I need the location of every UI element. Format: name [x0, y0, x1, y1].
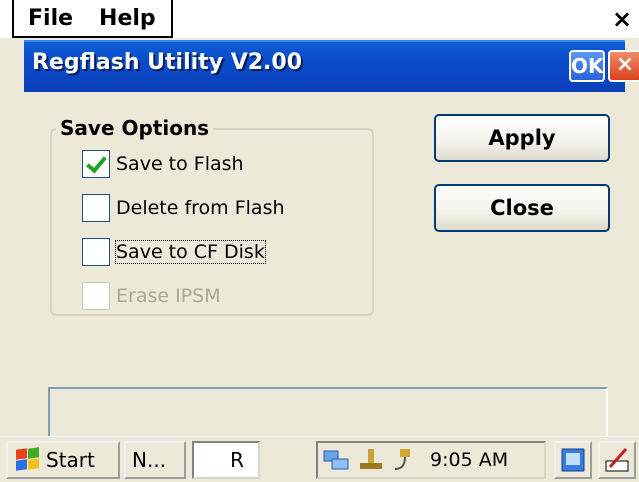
dialog-close-button[interactable]: × [608, 50, 639, 82]
app-close-button[interactable]: × [609, 6, 635, 32]
close-button[interactable]: Close [434, 184, 610, 232]
task-button-2[interactable]: R [192, 441, 260, 479]
power-icon[interactable] [390, 447, 420, 473]
dialog-title: Regflash Utility V2.00 [32, 50, 303, 75]
usb-icon[interactable] [356, 447, 386, 473]
save-to-flash-checkbox[interactable] [82, 150, 110, 178]
check-icon [86, 151, 107, 174]
option-label: Save to Flash [116, 153, 244, 175]
pen-input-icon [605, 448, 629, 472]
apply-button[interactable]: Apply [434, 114, 610, 162]
menu-file[interactable]: File [28, 6, 73, 31]
menu-help[interactable]: Help [99, 6, 156, 31]
option-delete-from-flash[interactable]: Delete from Flash [82, 192, 285, 224]
option-label: Save to CF Disk [115, 240, 266, 264]
task-button-1[interactable]: N... [124, 441, 186, 479]
ok-button[interactable]: OK [569, 50, 605, 82]
task-label: N... [132, 448, 167, 472]
group-title: Save Options [56, 116, 214, 140]
desktop-button[interactable] [554, 441, 592, 479]
option-label: Erase IPSM [116, 285, 221, 307]
save-to-cf-disk-checkbox[interactable] [82, 238, 110, 266]
option-erase-ipsm: Erase IPSM [82, 280, 221, 312]
desktop-icon [561, 448, 585, 472]
start-label: Start [46, 448, 95, 472]
option-save-to-cf-disk[interactable]: Save to CF Disk [82, 236, 266, 268]
network-icon[interactable] [322, 447, 352, 473]
save-options-group: Save Options Save to Flash Delete from F… [50, 116, 374, 316]
status-area [48, 387, 608, 437]
taskbar: Start N... R 9:05 AM [0, 436, 639, 482]
dialog-body: Save Options Save to Flash Delete from F… [24, 92, 625, 437]
option-save-to-flash[interactable]: Save to Flash [82, 148, 244, 180]
clock[interactable]: 9:05 AM [430, 449, 508, 471]
task-label: R [230, 448, 244, 472]
menu-bar: File Help × [0, 0, 639, 38]
dialog-titlebar: Regflash Utility V2.00 OK × [24, 40, 639, 92]
menu-group: File Help [12, 0, 173, 38]
input-panel-button[interactable] [598, 441, 636, 479]
windows-flag-icon [14, 447, 40, 472]
option-label: Delete from Flash [116, 197, 285, 219]
erase-ipsm-checkbox [82, 282, 110, 310]
system-tray: 9:05 AM [316, 441, 546, 479]
start-button[interactable]: Start [6, 441, 120, 479]
delete-from-flash-checkbox[interactable] [82, 194, 110, 222]
